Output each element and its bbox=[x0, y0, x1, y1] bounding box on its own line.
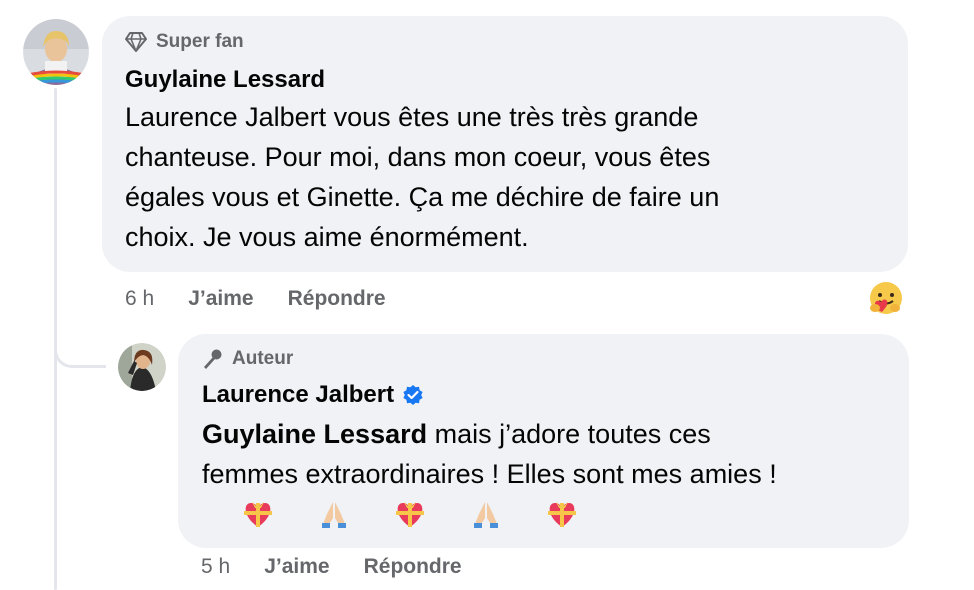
heart-ribbon-icon bbox=[240, 496, 276, 532]
reply-actions: 5 h J’aime Répondre bbox=[201, 555, 496, 579]
heart-ribbon-emoji: 💝 bbox=[506, 496, 542, 532]
mention-link[interactable]: Guylaine Lessard bbox=[202, 419, 427, 449]
super-fan-badge[interactable]: Super fan bbox=[124, 31, 244, 53]
timestamp[interactable]: 5 h bbox=[201, 555, 230, 579]
avatar[interactable] bbox=[118, 343, 166, 391]
emoji-row: 💝 🙏 💝 🙏 💝 bbox=[202, 496, 580, 532]
author-badge[interactable]: Auteur bbox=[200, 348, 293, 370]
avatar-laurence-image bbox=[118, 343, 166, 391]
comment-actions: 6 h J’aime Répondre bbox=[125, 287, 420, 311]
verified-badge-icon bbox=[403, 385, 423, 405]
comment-author[interactable]: Guylaine Lessard bbox=[125, 66, 325, 94]
like-button[interactable]: J’aime bbox=[264, 555, 329, 579]
thread-line bbox=[54, 88, 57, 590]
folded-hands-emoji: 🙏 bbox=[430, 496, 466, 532]
reply-button[interactable]: Répondre bbox=[288, 287, 386, 311]
avatar[interactable] bbox=[23, 19, 89, 85]
heart-ribbon-icon bbox=[544, 496, 580, 532]
folded-hands-icon bbox=[468, 496, 504, 532]
like-button[interactable]: J’aime bbox=[188, 287, 253, 311]
author-name[interactable]: Guylaine Lessard bbox=[125, 66, 325, 94]
diamond-icon bbox=[125, 32, 147, 52]
thread-connector bbox=[54, 340, 106, 368]
reply-button[interactable]: Répondre bbox=[364, 555, 462, 579]
heart-ribbon-emoji: 💝 bbox=[354, 496, 390, 532]
folded-hands-emoji: 🙏 bbox=[278, 496, 314, 532]
badge-label: Super fan bbox=[156, 31, 244, 52]
care-reaction-icon[interactable] bbox=[866, 280, 906, 320]
comment-text: Laurence Jalbert vous êtes une très très… bbox=[125, 102, 720, 252]
avatar-guylaine-image bbox=[23, 19, 89, 85]
reply-text: Guylaine Lessard mais j’adore toutes ces… bbox=[202, 414, 892, 494]
timestamp[interactable]: 6 h bbox=[125, 287, 154, 311]
reply-author[interactable]: Laurence Jalbert bbox=[202, 381, 424, 409]
microphone-icon bbox=[204, 349, 222, 369]
folded-hands-icon bbox=[316, 496, 352, 532]
heart-ribbon-emoji: 💝 bbox=[202, 496, 238, 532]
author-name[interactable]: Laurence Jalbert bbox=[202, 381, 394, 409]
badge-label: Auteur bbox=[232, 348, 294, 369]
heart-ribbon-icon bbox=[392, 496, 428, 532]
